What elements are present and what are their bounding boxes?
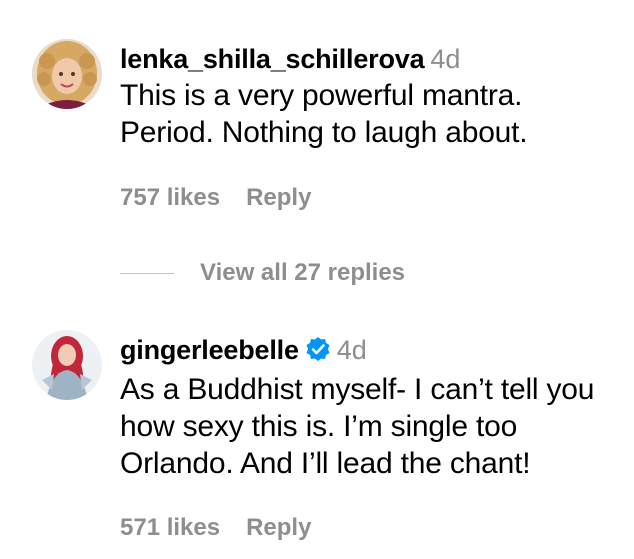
comment-2-likes[interactable]: 571 likes: [120, 514, 220, 541]
verified-badge-icon: [305, 336, 331, 369]
comment-2-actions: 571 likes Reply: [120, 514, 311, 542]
comment-2-time: 4d: [336, 335, 367, 365]
comment-1-likes[interactable]: 757 likes: [120, 184, 220, 211]
comment-2-username[interactable]: gingerleebelle: [120, 335, 299, 365]
replies-divider-line: [120, 272, 174, 274]
comment-1-header: lenka_shilla_schillerova 4d: [120, 43, 626, 75]
avatar-gingerleebelle[interactable]: [32, 330, 102, 400]
view-replies-button[interactable]: View all 27 replies: [120, 258, 405, 288]
comment-1-body: lenka_shilla_schillerova 4d This is a ver…: [120, 43, 626, 151]
comment-2-reply-button[interactable]: Reply: [246, 514, 311, 541]
comment-2-header: gingerleebelle 4d: [120, 334, 626, 369]
comment-1-text: This is a very powerful mantra. Period. …: [120, 79, 528, 149]
comment-1-username[interactable]: lenka_shilla_schillerova: [120, 44, 425, 74]
comment-2-text: As a Buddhist myself- I can’t tell you h…: [120, 373, 595, 480]
avatar-gingerleebelle-image: [32, 330, 102, 400]
comment-1-actions: 757 likes Reply: [120, 184, 311, 212]
avatar-lenka-image: [32, 39, 102, 109]
comment-1-time: 4d: [430, 44, 461, 74]
comment-2-body: gingerleebelle 4d As a Buddhist myself- …: [120, 334, 626, 482]
view-replies-label: View all 27 replies: [200, 259, 406, 286]
comment-1-reply-button[interactable]: Reply: [246, 184, 311, 211]
avatar-lenka[interactable]: [32, 39, 102, 109]
